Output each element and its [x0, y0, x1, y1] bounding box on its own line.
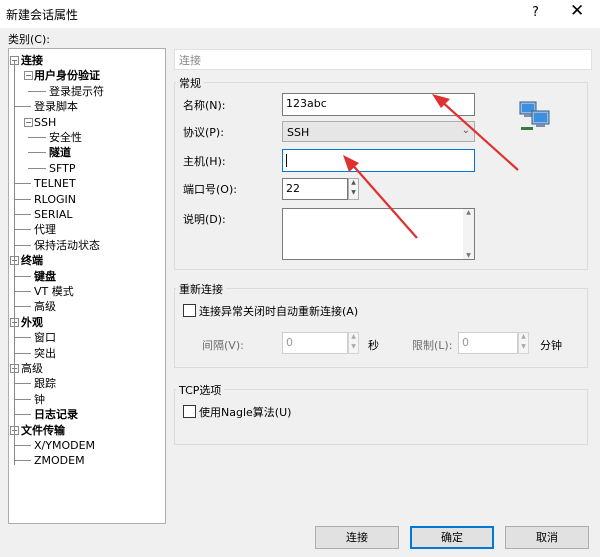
session-properties-dialog: 新建会话属性 ? ✕ 类别(C): −连接−用户身份验证登录提示符登录脚本−SS…	[0, 0, 600, 557]
annotation-arrow	[439, 99, 519, 171]
annotation-arrow	[349, 161, 418, 239]
annotation-arrows	[343, 94, 519, 239]
